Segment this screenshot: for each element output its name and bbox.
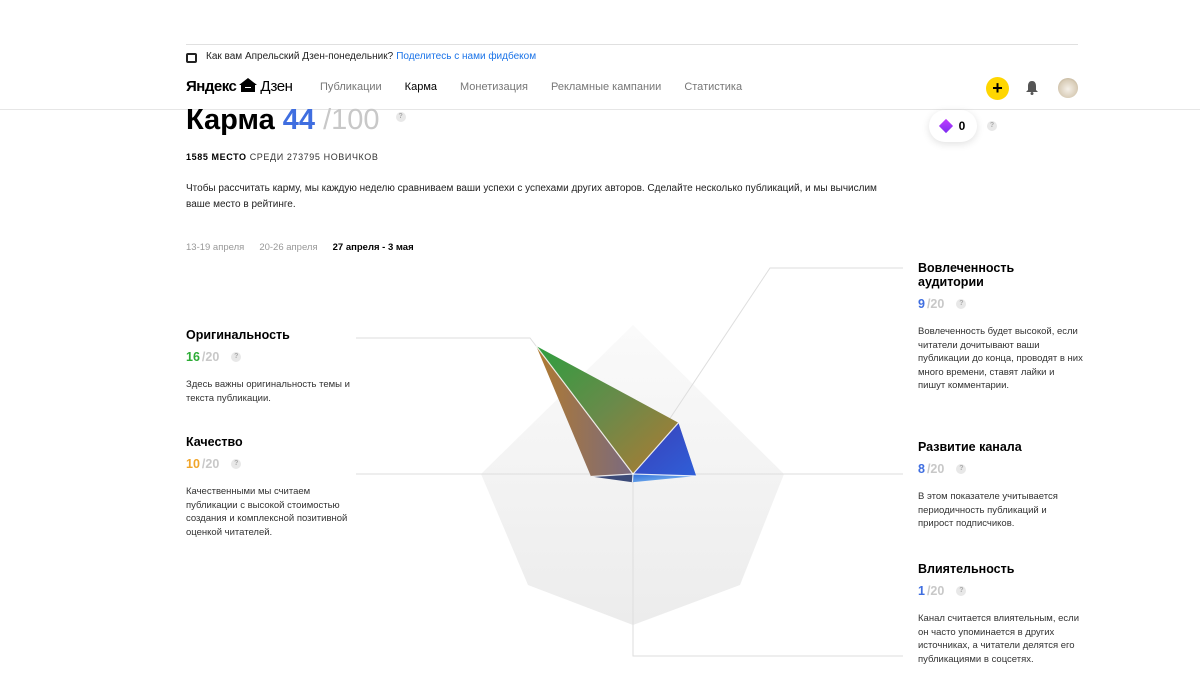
metric-originality: Оригинальность 16 /20 ? Здесь важны ориг… xyxy=(186,328,361,405)
engagement-name: Вовлеченность аудитории xyxy=(918,261,1015,289)
influence-value-row: 1 /20 ? xyxy=(918,584,1083,598)
quality-text: Качественными мы считаем публикации с вы… xyxy=(186,486,348,538)
originality-value: 16 xyxy=(186,350,200,364)
influence-help-icon[interactable]: ? xyxy=(956,586,967,596)
engagement-value-row: 9 /20 ? xyxy=(918,297,1083,311)
quality-name: Качество xyxy=(186,435,243,449)
quality-max: /20 xyxy=(201,457,220,471)
growth-name: Развитие канала xyxy=(918,440,1022,454)
radar-spoke-influence xyxy=(631,473,634,483)
metric-engagement: Вовлеченность аудитории 9 /20 ? Вовлечен… xyxy=(918,261,1083,393)
growth-text: В этом показателе учитывается периодично… xyxy=(918,491,1058,529)
quality-value-row: 10 /20 ? xyxy=(186,457,361,471)
engagement-text: Вовлеченность будет высокой, если читате… xyxy=(918,326,1083,391)
engagement-max: /20 xyxy=(926,297,945,311)
metric-quality: Качество 10 /20 ? Качественными мы счита… xyxy=(186,435,361,539)
growth-help-icon[interactable]: ? xyxy=(956,464,967,474)
originality-name: Оригинальность xyxy=(186,328,290,342)
influence-name: Влиятельность xyxy=(918,562,1015,576)
engagement-help-icon[interactable]: ? xyxy=(956,299,967,309)
metric-growth: Развитие канала 8 /20 ? В этом показател… xyxy=(918,440,1083,531)
influence-value: 1 xyxy=(918,584,925,598)
metric-influence: Влиятельность 1 /20 ? Канал считается вл… xyxy=(918,562,1083,666)
growth-value-row: 8 /20 ? xyxy=(918,462,1083,476)
growth-max: /20 xyxy=(926,462,945,476)
originality-value-row: 16 /20 ? xyxy=(186,350,361,364)
quality-help-icon[interactable]: ? xyxy=(231,459,242,469)
influence-max: /20 xyxy=(926,584,945,598)
originality-help-icon[interactable]: ? xyxy=(231,352,242,362)
quality-value: 10 xyxy=(186,457,200,471)
originality-text: Здесь важны оригинальность темы и текста… xyxy=(186,379,350,404)
growth-value: 8 xyxy=(918,462,925,476)
originality-max: /20 xyxy=(201,350,220,364)
engagement-value: 9 xyxy=(918,297,925,311)
influence-text: Канал считается влиятельным, если он час… xyxy=(918,613,1079,665)
